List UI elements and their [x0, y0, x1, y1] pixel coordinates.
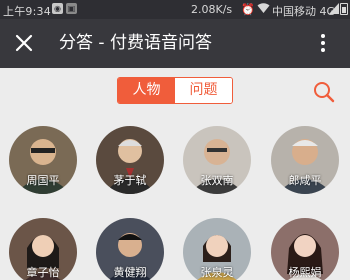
person-name: 张双南: [200, 174, 234, 187]
status-bar: 上午9:34 ◉ ▣ 2.08K/s ⏰ 中国移动 4G: [0, 0, 350, 19]
person-name: 章子怡: [26, 266, 60, 279]
network-speed: 2.08K/s: [191, 3, 233, 16]
person-card[interactable]: 周国平: [9, 126, 77, 194]
person-card[interactable]: 张泉灵: [183, 218, 251, 280]
message-notification-icon: ▣: [66, 3, 77, 14]
person-card[interactable]: 章子怡: [9, 218, 77, 280]
status-time: 上午9:34: [3, 5, 51, 18]
wifi-icon: [257, 3, 270, 13]
person-card[interactable]: 张双南: [183, 126, 251, 194]
more-vertical-icon[interactable]: [314, 31, 332, 55]
page-title: 分答 - 付费语音问答: [59, 33, 212, 53]
alarm-icon: ⏰: [241, 3, 255, 16]
person-card[interactable]: 黄健翔: [96, 218, 164, 280]
person-name: 周国平: [26, 174, 60, 187]
signal-icon: [329, 3, 339, 14]
person-name: 张泉灵: [200, 266, 234, 279]
app-notification-icon: ◉: [52, 3, 63, 14]
search-icon[interactable]: [312, 80, 336, 104]
person-name: 郎咸平: [288, 174, 322, 187]
person-card[interactable]: 郎咸平: [271, 126, 339, 194]
person-card[interactable]: 茅于轼: [96, 126, 164, 194]
person-card[interactable]: 杨熙娟: [271, 218, 339, 280]
carrier-label: 中国移动 4G: [272, 5, 336, 18]
category-tabs: 人物 问题: [117, 77, 233, 104]
battery-icon: [340, 3, 348, 15]
close-icon[interactable]: [12, 31, 36, 55]
person-name: 黄健翔: [113, 266, 147, 279]
tab-people[interactable]: 人物: [118, 78, 175, 103]
person-name: 杨熙娟: [288, 266, 322, 279]
app-header: 分答 - 付费语音问答: [0, 19, 350, 68]
tab-questions[interactable]: 问题: [175, 78, 232, 103]
person-name: 茅于轼: [113, 174, 147, 187]
